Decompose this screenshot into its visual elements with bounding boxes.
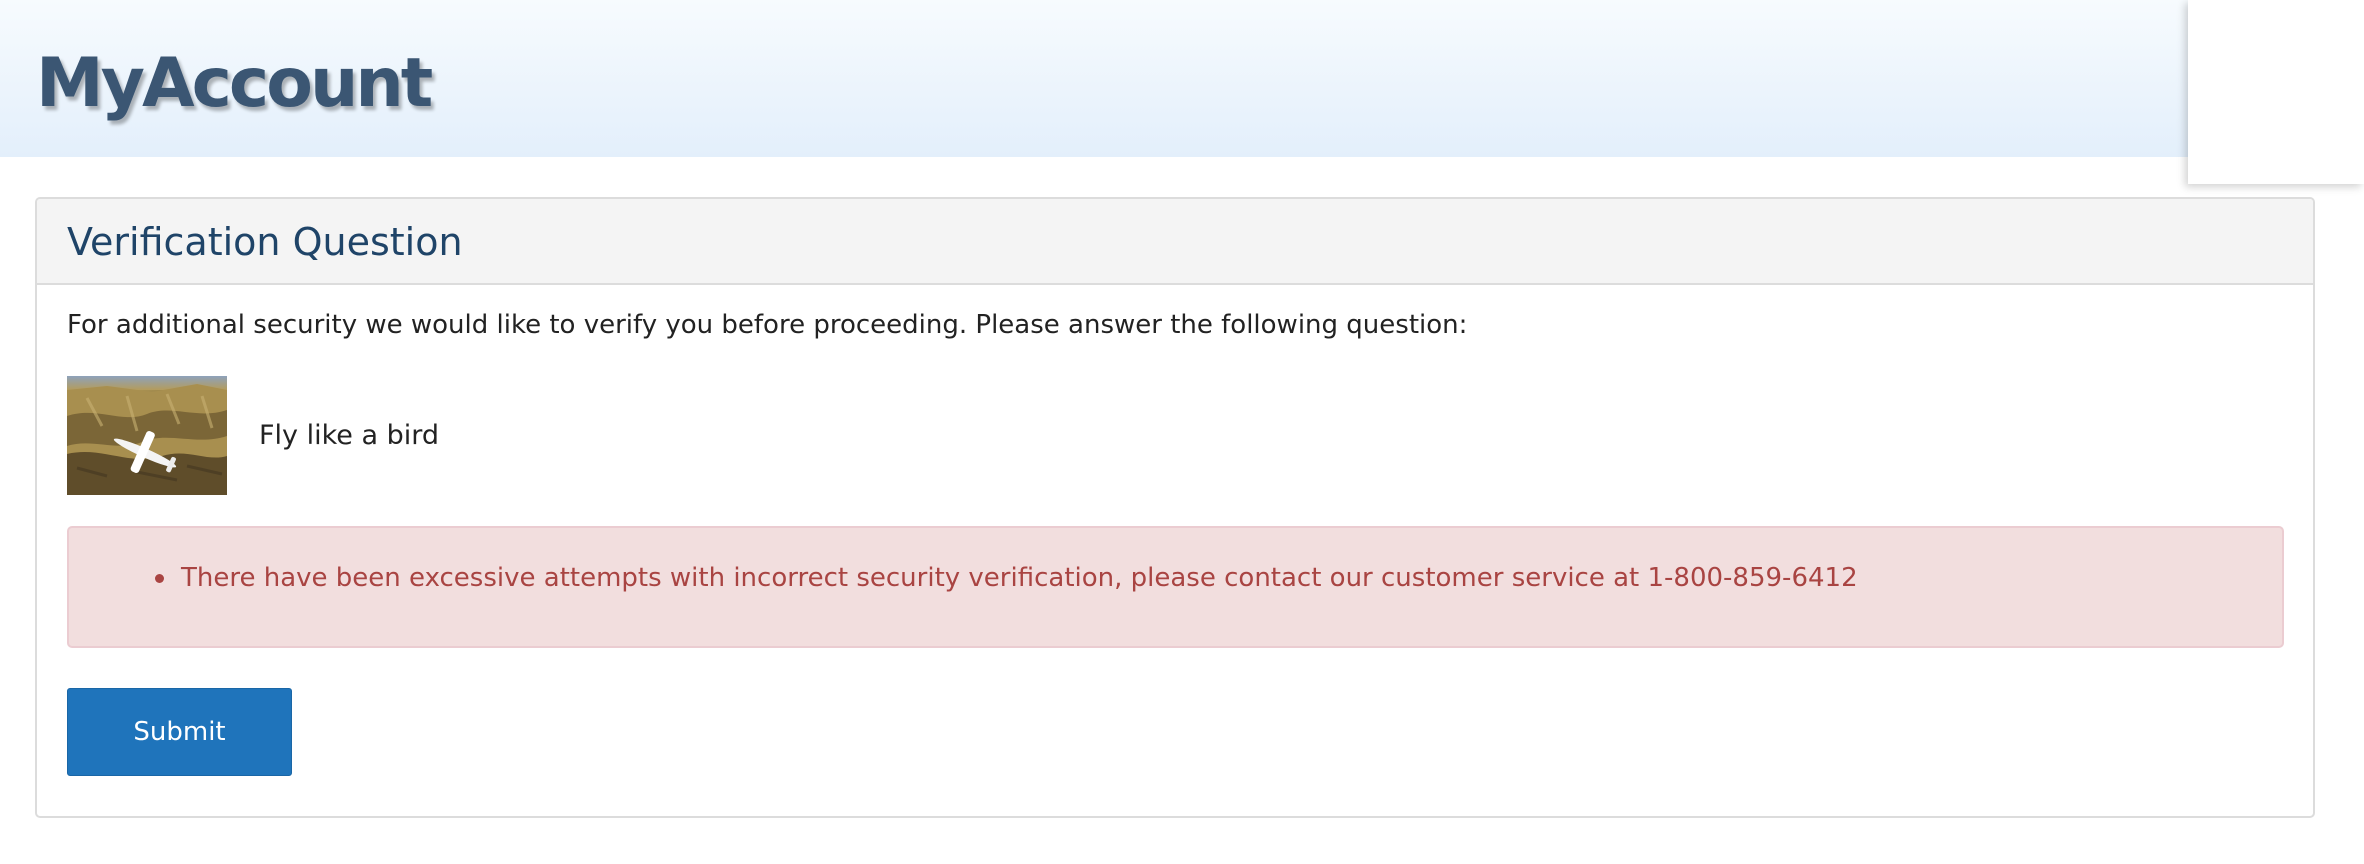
bullet-icon <box>155 574 164 583</box>
myaccount-logo[interactable]: MyAccount <box>36 44 433 124</box>
security-question-text: Fly like a bird <box>259 420 439 451</box>
panel-heading: Verification Question <box>37 199 2313 285</box>
airplane-canyon-illustration <box>67 376 227 495</box>
error-alert: There have been excessive attempts with … <box>67 526 2284 648</box>
page-header: MyAccount <box>0 0 2364 157</box>
submit-button[interactable]: Submit <box>67 688 292 776</box>
corner-overlay-panel <box>2188 0 2364 184</box>
alert-message-list: There have been excessive attempts with … <box>69 560 1858 596</box>
alert-message-text: There have been excessive attempts with … <box>181 563 1858 593</box>
intro-text: For additional security we would like to… <box>67 310 1468 340</box>
airplane-over-canyon-image <box>67 376 227 495</box>
alert-message: There have been excessive attempts with … <box>69 560 1858 596</box>
panel-title: Verification Question <box>67 220 463 264</box>
verification-panel: Verification Question For additional sec… <box>35 197 2315 818</box>
